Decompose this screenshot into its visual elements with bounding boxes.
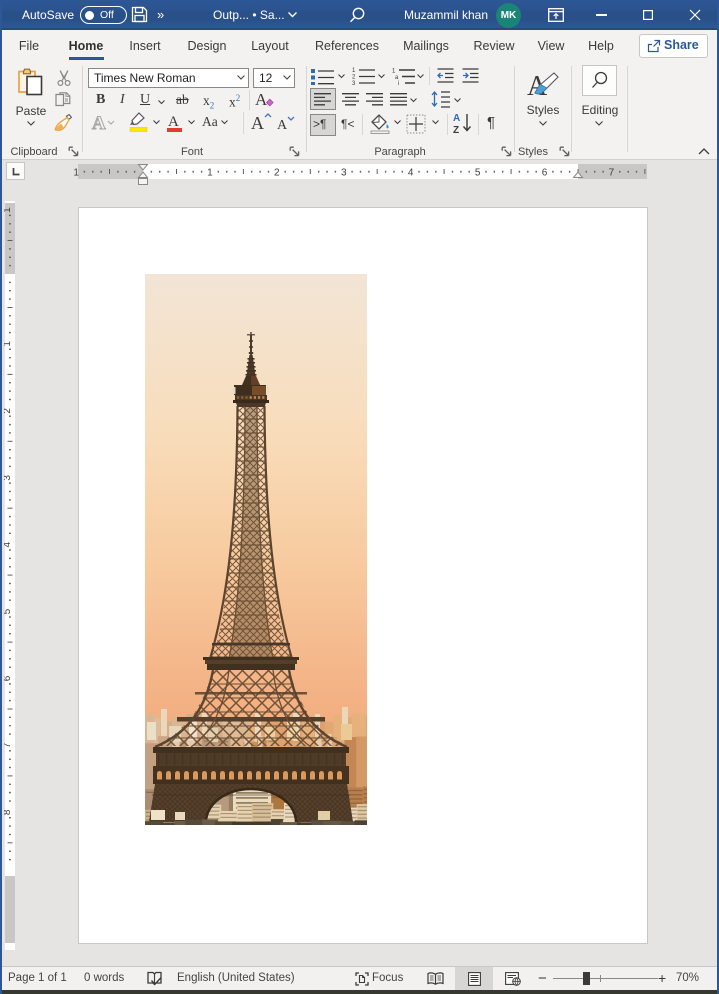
svg-text:5: 5 [475, 167, 481, 178]
svg-text:6: 6 [542, 167, 548, 178]
svg-text:5: 5 [4, 608, 13, 614]
svg-text:A: A [277, 118, 288, 133]
svg-text:2: 2 [352, 75, 356, 81]
svg-text:A: A [168, 114, 179, 130]
svg-text:i: i [398, 81, 399, 85]
svg-text:4: 4 [4, 541, 13, 547]
svg-text:1: 1 [4, 341, 13, 347]
svg-text:A: A [255, 90, 268, 109]
svg-text:3: 3 [341, 167, 347, 178]
svg-text:2: 2 [274, 167, 280, 178]
svg-text:2: 2 [4, 408, 13, 414]
svg-text:Z: Z [453, 125, 459, 134]
svg-text:1: 1 [4, 207, 13, 213]
svg-text:1: 1 [352, 68, 356, 74]
svg-text:1: 1 [73, 167, 79, 178]
svg-text:A: A [251, 113, 264, 133]
svg-text:3: 3 [4, 475, 13, 481]
svg-text:1: 1 [207, 167, 213, 178]
svg-text:A: A [453, 113, 460, 124]
svg-text:7: 7 [609, 167, 615, 178]
svg-text:7: 7 [4, 742, 13, 748]
svg-text:8: 8 [4, 809, 13, 815]
svg-text:3: 3 [352, 81, 356, 85]
svg-text:A: A [92, 113, 106, 132]
svg-text:1: 1 [392, 69, 396, 75]
svg-text:6: 6 [4, 675, 13, 681]
svg-text:4: 4 [408, 167, 414, 178]
